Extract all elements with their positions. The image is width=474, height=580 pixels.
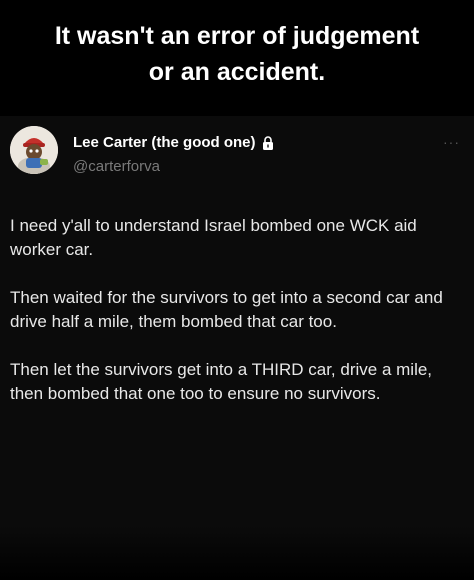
- author-name-row: Lee Carter (the good one): [73, 134, 274, 151]
- tweet-paragraph-2: Then waited for the survivors to get int…: [10, 288, 443, 331]
- tweet-paragraph-1: I need y'all to understand Israel bombed…: [10, 216, 417, 259]
- lock-icon: [262, 135, 273, 150]
- tweet-paragraph-3: Then let the survivors get into a THIRD …: [10, 360, 433, 403]
- headline-line-1: It wasn't an error of judgement: [54, 22, 420, 50]
- more-options-icon[interactable]: ···: [443, 134, 460, 150]
- author-handle[interactable]: @carterforva: [73, 158, 160, 175]
- bottom-background: [0, 526, 474, 580]
- avatar[interactable]: [10, 126, 58, 174]
- meme-screenshot: It wasn't an error of judgement or an ac…: [0, 0, 474, 580]
- headline-line-2: or an accident.: [148, 58, 326, 86]
- display-name[interactable]: Lee Carter (the good one): [73, 134, 256, 151]
- meme-headline: It wasn't an error of judgement or an ac…: [0, 18, 474, 90]
- tweet-body: I need y'all to understand Israel bombed…: [10, 214, 450, 430]
- tweet-card: Lee Carter (the good one) @carterforva ·…: [0, 116, 474, 526]
- avatar-image: [10, 126, 58, 174]
